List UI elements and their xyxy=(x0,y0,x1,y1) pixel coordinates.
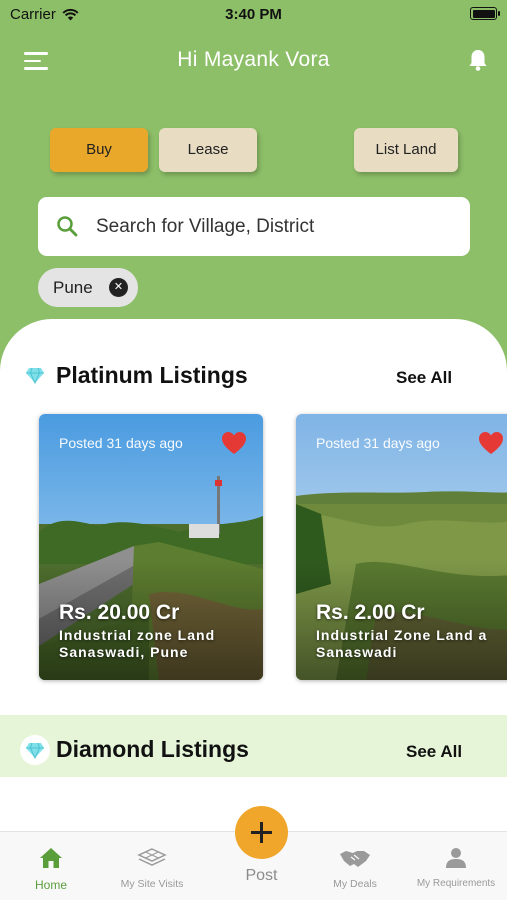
listing-location: Sanaswadi xyxy=(316,644,398,660)
platinum-section-title: Platinum Listings xyxy=(56,362,248,388)
post-label: Post xyxy=(245,867,278,884)
greeting-title: Hi Mayank Vora xyxy=(177,48,330,71)
listing-price: Rs. 20.00 Cr xyxy=(59,601,180,624)
diamond-see-all-link[interactable]: See All xyxy=(406,742,462,762)
filter-chip-label: Pune xyxy=(53,278,93,297)
tab-requirements[interactable]: My Requirements xyxy=(412,832,500,900)
list-land-button[interactable]: List Land xyxy=(354,128,458,172)
diamond-icon xyxy=(26,742,44,759)
search-input[interactable] xyxy=(96,197,456,256)
diamond-badge xyxy=(20,735,50,765)
search-box[interactable] xyxy=(38,197,470,256)
platinum-see-all-link[interactable]: See All xyxy=(396,368,452,388)
listing-type: Industrial Zone Land a xyxy=(316,627,488,643)
close-icon[interactable]: ✕ xyxy=(109,278,128,297)
home-icon xyxy=(40,848,62,868)
user-icon xyxy=(446,848,466,868)
listing-card[interactable]: Posted 31 days ago Rs. 20.00 Cr Industri… xyxy=(39,414,263,680)
listing-price: Rs. 2.00 Cr xyxy=(316,601,425,624)
search-icon xyxy=(57,216,78,237)
listing-type: Industrial zone Land xyxy=(59,627,216,643)
tab-home-label: Home xyxy=(34,878,67,892)
listing-card[interactable]: Posted 31 days ago Rs. 2.00 Cr Industria… xyxy=(296,414,507,680)
posted-date: Posted 31 days ago xyxy=(316,435,440,451)
filter-chip-pune: Pune ✕ xyxy=(38,268,138,307)
diamond-section-title: Diamond Listings xyxy=(56,736,249,762)
listing-description: Industrial zone Land Sanaswadi, Pune xyxy=(59,627,215,661)
heart-icon[interactable] xyxy=(478,431,504,455)
platinum-section-header: Platinum Listings See All xyxy=(0,347,507,407)
buy-button[interactable]: Buy xyxy=(50,128,148,172)
tab-home[interactable]: Home xyxy=(18,832,84,900)
battery-icon xyxy=(470,7,500,20)
bell-icon[interactable] xyxy=(467,48,489,72)
listing-description: Industrial Zone Land a Sanaswadi xyxy=(316,627,487,661)
status-bar: Carrier 3:40 PM xyxy=(0,0,507,28)
tab-deals[interactable]: My Deals xyxy=(323,832,387,900)
diamond-section-header: Diamond Listings See All xyxy=(0,715,507,777)
heart-icon[interactable] xyxy=(221,431,247,455)
listing-location: Sanaswadi, Pune xyxy=(59,644,189,660)
site-plan-icon xyxy=(137,848,167,866)
diamond-icon xyxy=(26,367,44,384)
app-header: Hi Mayank Vora xyxy=(0,40,507,80)
tab-site-visits[interactable]: My Site Visits xyxy=(112,832,192,900)
tab-site-visits-label: My Site Visits xyxy=(120,878,184,890)
posted-date: Posted 31 days ago xyxy=(59,435,183,451)
lease-button[interactable]: Lease xyxy=(159,128,257,172)
post-button[interactable] xyxy=(235,806,288,859)
status-time: 3:40 PM xyxy=(225,6,282,23)
handshake-icon xyxy=(340,851,370,867)
tab-requirements-label: My Requirements xyxy=(416,878,496,889)
tab-deals-label: My Deals xyxy=(333,878,377,890)
